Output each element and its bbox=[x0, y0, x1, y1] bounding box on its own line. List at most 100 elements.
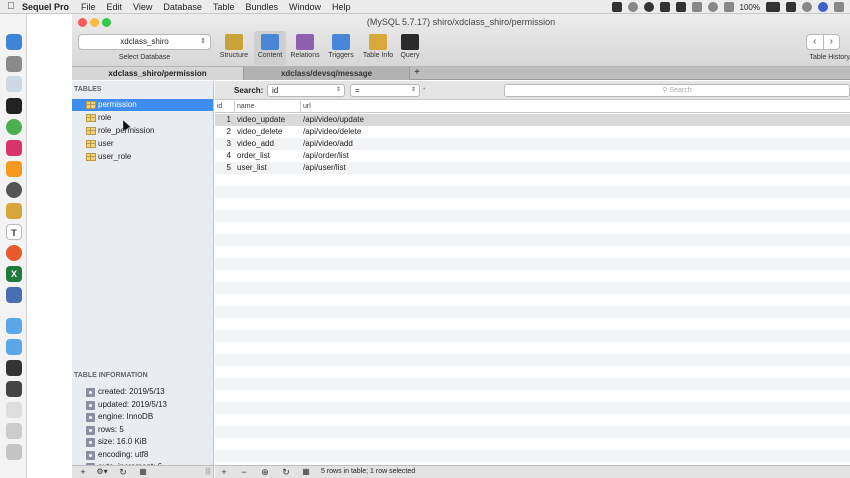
menu-file[interactable]: File bbox=[81, 2, 96, 12]
cell-id[interactable]: 1 bbox=[215, 114, 233, 126]
battery-percentage[interactable]: 100% bbox=[740, 3, 760, 12]
menu-table[interactable]: Table bbox=[213, 2, 235, 12]
screenshot-icon[interactable] bbox=[6, 360, 22, 376]
clock-icon[interactable] bbox=[6, 182, 22, 198]
add-tab-button[interactable]: + bbox=[410, 67, 424, 80]
sidebar-item-user[interactable]: user bbox=[72, 138, 213, 150]
cell-url[interactable]: /api/video/add bbox=[303, 138, 423, 150]
back-button[interactable]: ‹ bbox=[807, 35, 823, 49]
add-table-button[interactable]: + bbox=[78, 466, 88, 478]
add-row-button[interactable]: + bbox=[219, 466, 229, 478]
empty-row bbox=[215, 426, 850, 438]
cell-id[interactable]: 2 bbox=[215, 126, 233, 138]
cell-name[interactable]: video_add bbox=[237, 138, 301, 150]
menu-database[interactable]: Database bbox=[163, 2, 202, 12]
cell-id[interactable]: 3 bbox=[215, 138, 233, 150]
notification-center-icon[interactable] bbox=[834, 2, 844, 12]
table-row[interactable]: 5 user_list /api/user/list bbox=[215, 162, 850, 174]
table-info-button[interactable]: Table Info bbox=[359, 31, 397, 65]
volume-icon[interactable] bbox=[723, 2, 734, 12]
cell-name[interactable]: order_list bbox=[237, 150, 301, 162]
table-row[interactable]: 1 video_update /api/video/update bbox=[215, 114, 850, 126]
folder-icon[interactable] bbox=[6, 318, 22, 334]
status-record-icon[interactable] bbox=[643, 2, 654, 12]
menu-help[interactable]: Help bbox=[332, 2, 351, 12]
postman-icon[interactable] bbox=[6, 245, 22, 261]
menu-view[interactable]: View bbox=[133, 2, 152, 12]
cell-id[interactable]: 4 bbox=[215, 150, 233, 162]
sequel-pro-dock-icon[interactable] bbox=[6, 203, 22, 219]
menu-edit[interactable]: Edit bbox=[107, 2, 123, 12]
cell-name[interactable]: user_list bbox=[237, 162, 301, 174]
structure-button[interactable]: Structure bbox=[216, 31, 252, 65]
menu-window[interactable]: Window bbox=[289, 2, 321, 12]
cell-url[interactable]: /api/user/list bbox=[303, 162, 423, 174]
intellij-icon[interactable] bbox=[6, 140, 22, 156]
cell-url[interactable]: /api/video/delete bbox=[303, 126, 423, 138]
filter-operator-select[interactable]: = ⇕ bbox=[350, 84, 420, 97]
column-header-id[interactable]: id bbox=[215, 101, 235, 113]
table-row[interactable]: 4 order_list /api/order/list bbox=[215, 150, 850, 162]
triggers-button[interactable]: Triggers bbox=[325, 31, 357, 65]
content-button[interactable]: Content bbox=[254, 31, 286, 65]
resize-handle-icon[interactable]: ||| bbox=[204, 466, 212, 478]
refresh-icon[interactable]: ↻ bbox=[281, 466, 291, 478]
duplicate-row-button[interactable]: ⊕ bbox=[259, 466, 271, 478]
cell-name[interactable]: video_update bbox=[237, 114, 301, 126]
database-select[interactable]: xdclass_shiro ⇕ bbox=[78, 34, 211, 50]
select-arrows-icon: ⇕ bbox=[335, 87, 341, 93]
file-icon[interactable] bbox=[6, 423, 22, 439]
cell-url[interactable]: /api/video/update bbox=[303, 114, 423, 126]
sublime-icon[interactable] bbox=[6, 161, 22, 177]
refresh-icon[interactable]: ↻ bbox=[118, 466, 128, 478]
input-source-icon[interactable] bbox=[786, 2, 796, 12]
document-icon[interactable] bbox=[6, 402, 22, 418]
tab-message[interactable]: xdclass/devsq/message bbox=[244, 67, 410, 80]
status-sync-icon[interactable] bbox=[627, 2, 638, 12]
cell-url[interactable]: /api/order/list bbox=[303, 150, 423, 162]
network-icon[interactable] bbox=[6, 287, 22, 303]
tab-permission[interactable]: xdclass_shiro/permission bbox=[72, 67, 244, 80]
table-info-toggle-icon[interactable]: ▦ bbox=[138, 466, 148, 478]
chrome-icon[interactable] bbox=[6, 119, 22, 135]
launchpad-icon[interactable] bbox=[6, 56, 22, 72]
query-button[interactable]: Query bbox=[398, 31, 422, 65]
menu-bundles[interactable]: Bundles bbox=[245, 2, 278, 12]
search-input[interactable]: ⚲ Search bbox=[504, 84, 850, 97]
terminal-icon[interactable] bbox=[6, 98, 22, 114]
sidebar-item-role[interactable]: role bbox=[72, 112, 213, 124]
wifi-icon[interactable] bbox=[707, 2, 718, 12]
siri-icon[interactable] bbox=[818, 2, 828, 12]
gear-icon[interactable]: ⚙▾ bbox=[94, 466, 110, 478]
forward-button[interactable]: › bbox=[822, 35, 840, 49]
sidebar-item-user-role[interactable]: user_role bbox=[72, 151, 213, 163]
relations-button[interactable]: Relations bbox=[287, 31, 323, 65]
preview-icon[interactable] bbox=[6, 76, 22, 92]
app-menu[interactable]: Sequel Pro bbox=[22, 2, 69, 12]
status-dashlane-icon[interactable] bbox=[659, 2, 670, 12]
cell-name[interactable]: video_delete bbox=[237, 126, 301, 138]
spotlight-search-icon[interactable] bbox=[802, 2, 812, 12]
sidebar-item-role-permission[interactable]: role_permission bbox=[72, 125, 213, 137]
trash-icon[interactable] bbox=[6, 444, 22, 460]
apple-menu-icon[interactable]:  bbox=[0, 1, 22, 12]
status-app-icon[interactable] bbox=[611, 2, 622, 12]
screen-recording-icon[interactable] bbox=[6, 381, 22, 397]
filter-icon[interactable]: ▦ bbox=[301, 466, 311, 478]
cell-id[interactable]: 5 bbox=[215, 162, 233, 174]
excel-icon[interactable]: X bbox=[6, 266, 22, 282]
battery-icon[interactable] bbox=[766, 2, 780, 12]
status-terminal-icon[interactable] bbox=[675, 2, 686, 12]
finder-icon[interactable] bbox=[6, 34, 22, 50]
column-header-name[interactable]: name bbox=[235, 101, 301, 113]
table-row[interactable]: 2 video_delete /api/video/delete bbox=[215, 126, 850, 138]
remove-row-button[interactable]: − bbox=[239, 466, 249, 478]
sidebar-item-permission[interactable]: permission bbox=[72, 99, 213, 111]
typora-icon[interactable]: T bbox=[6, 224, 22, 240]
table-info-icon bbox=[369, 34, 387, 50]
table-row[interactable]: 3 video_add /api/video/add bbox=[215, 138, 850, 150]
column-header-url[interactable]: url bbox=[301, 101, 850, 113]
downloads-folder-icon[interactable] bbox=[6, 339, 22, 355]
status-bluetooth-icon[interactable] bbox=[691, 2, 702, 12]
filter-field-select[interactable]: id ⇕ bbox=[267, 84, 345, 97]
